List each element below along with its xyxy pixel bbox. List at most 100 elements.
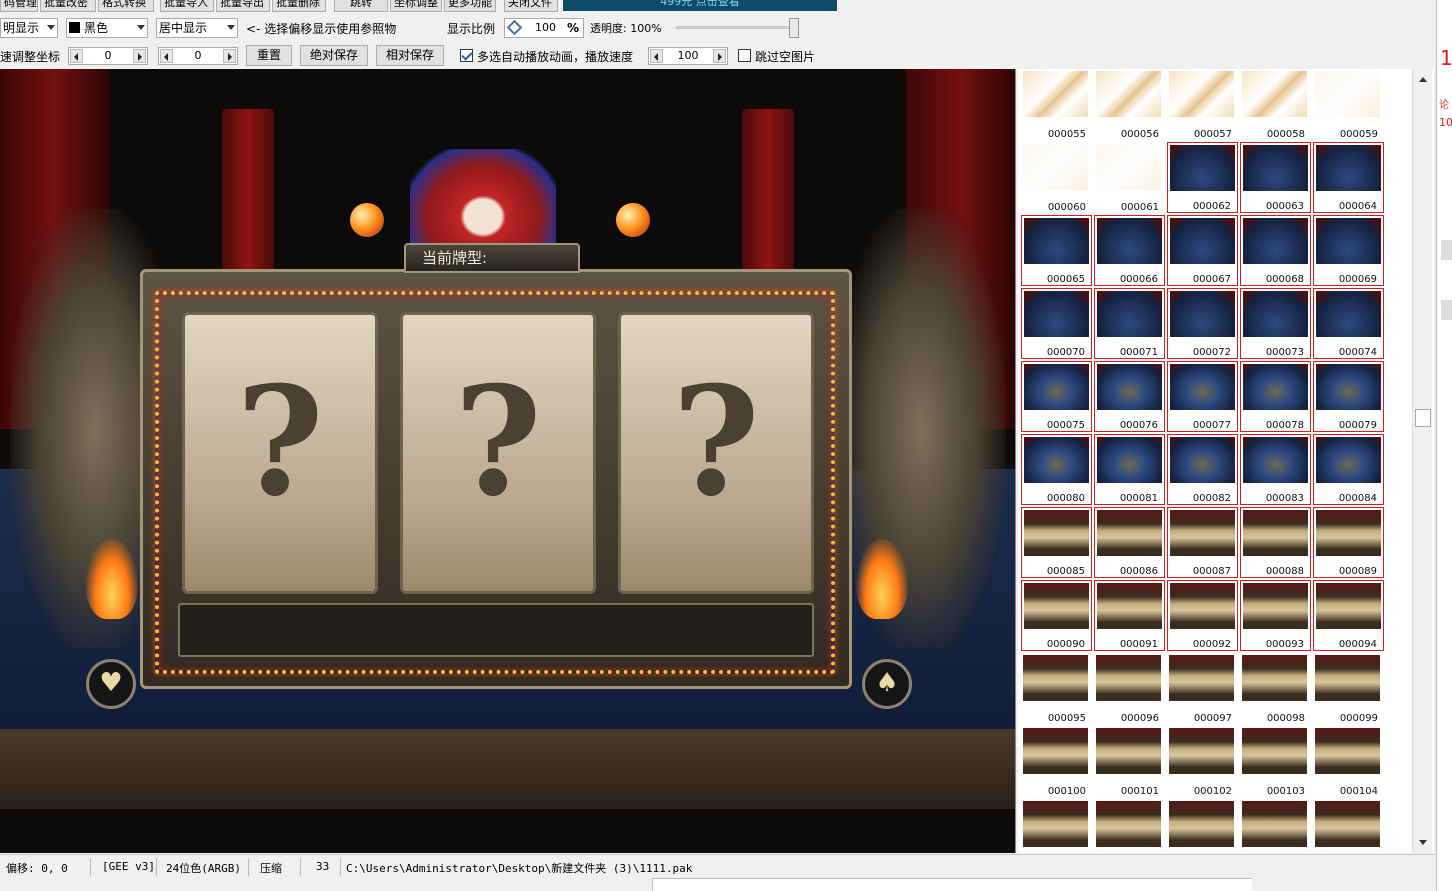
thumbnail-item[interactable]: 000079 bbox=[1313, 361, 1384, 432]
thumbnail-item[interactable]: 000103 bbox=[1240, 726, 1311, 797]
decrement-icon[interactable] bbox=[70, 49, 83, 63]
thumbnail-item[interactable]: 000078 bbox=[1240, 361, 1311, 432]
thumbnail-item[interactable]: 000090 bbox=[1021, 580, 1092, 651]
thumbnail-item[interactable]: 000102 bbox=[1167, 726, 1238, 797]
scroll-thumb[interactable] bbox=[1415, 409, 1431, 427]
thumbnail-item[interactable]: 000072 bbox=[1167, 288, 1238, 359]
thumbnail-item[interactable]: 000064 bbox=[1313, 142, 1384, 213]
display-mode-select[interactable]: 明显示 bbox=[0, 18, 58, 38]
promo-banner[interactable]: 499元 点击查看 bbox=[563, 0, 837, 11]
thumbnail-item[interactable]: 000099 bbox=[1313, 653, 1384, 724]
close-file-button[interactable]: 关闭文件 bbox=[504, 0, 558, 12]
decrement-icon[interactable] bbox=[160, 49, 173, 63]
batch-delete-button[interactable]: 批量删除 bbox=[272, 0, 326, 12]
thumbnail-item[interactable]: 000088 bbox=[1240, 507, 1311, 578]
thumbnail-label: 000096 bbox=[1120, 713, 1159, 724]
thumbnail-item[interactable]: 000071 bbox=[1094, 288, 1165, 359]
thumbnail-item[interactable] bbox=[1021, 799, 1092, 853]
thumbnail-item[interactable]: 000087 bbox=[1167, 507, 1238, 578]
thumbnail-item[interactable]: 000085 bbox=[1021, 507, 1092, 578]
increment-icon[interactable] bbox=[223, 49, 236, 63]
thumbnail-item[interactable]: 000097 bbox=[1167, 653, 1238, 724]
thumbnail-scrollbar[interactable] bbox=[1412, 69, 1432, 853]
thumbnail-item[interactable]: 000086 bbox=[1094, 507, 1165, 578]
speed-stepper[interactable]: 100 bbox=[648, 47, 728, 65]
batch-export-button[interactable]: 批量导出 bbox=[216, 0, 270, 12]
thumbnail-item[interactable]: 000098 bbox=[1240, 653, 1311, 724]
thumbnail-image bbox=[1169, 728, 1234, 774]
opacity-slider-track[interactable] bbox=[676, 26, 798, 29]
thumbnail-item[interactable]: 000082 bbox=[1167, 434, 1238, 505]
thumbnail-item[interactable]: 000066 bbox=[1094, 215, 1165, 286]
thumbnail-item[interactable]: 000096 bbox=[1094, 653, 1165, 724]
thumbnail-item[interactable]: 000063 bbox=[1240, 142, 1311, 213]
thumbnail-item[interactable] bbox=[1240, 799, 1311, 853]
reset-button[interactable]: 重置 bbox=[246, 45, 292, 66]
thumbnail-item[interactable]: 000057 bbox=[1167, 69, 1238, 140]
align-mode-select[interactable]: 居中显示 bbox=[156, 18, 238, 38]
image-preview[interactable]: 当前牌型: ? ? ? ♥ ♠ bbox=[0, 69, 1016, 853]
decrement-icon[interactable] bbox=[650, 49, 663, 63]
thumbnail-item[interactable]: 000060 bbox=[1021, 142, 1092, 213]
scroll-up-icon[interactable] bbox=[1419, 77, 1427, 82]
thumbnail-item[interactable]: 000081 bbox=[1094, 434, 1165, 505]
thumbnail-label: 000061 bbox=[1120, 202, 1159, 213]
relative-save-button[interactable]: 相对保存 bbox=[376, 45, 444, 66]
thumbnail-item[interactable]: 000074 bbox=[1313, 288, 1384, 359]
batch-import-button[interactable]: 批量导入 bbox=[160, 0, 214, 12]
opacity-slider-thumb[interactable] bbox=[789, 18, 799, 38]
autoplay-checkbox[interactable] bbox=[460, 49, 473, 62]
more-functions-button[interactable]: 更多功能 bbox=[444, 0, 496, 12]
increment-icon[interactable] bbox=[133, 49, 146, 63]
thumbnail-item[interactable]: 000091 bbox=[1094, 580, 1165, 651]
thumbnail-item[interactable]: 000076 bbox=[1094, 361, 1165, 432]
thumbnail-item[interactable]: 000068 bbox=[1240, 215, 1311, 286]
thumbnail-item[interactable]: 000061 bbox=[1094, 142, 1165, 213]
scroll-down-icon[interactable] bbox=[1419, 840, 1427, 845]
y-stepper[interactable]: 0 bbox=[158, 47, 238, 65]
thumbnail-item[interactable]: 000069 bbox=[1313, 215, 1384, 286]
absolute-save-button[interactable]: 绝对保存 bbox=[300, 45, 368, 66]
scale-input[interactable]: 100 % bbox=[504, 18, 584, 38]
thumbnail-item[interactable]: 000056 bbox=[1094, 69, 1165, 140]
x-stepper[interactable]: 0 bbox=[68, 47, 148, 65]
thumbnail-item[interactable] bbox=[1313, 799, 1384, 853]
jump-button[interactable]: 跳转 bbox=[334, 0, 388, 12]
thumbnail-item[interactable]: 000065 bbox=[1021, 215, 1092, 286]
thumbnail-image bbox=[1316, 437, 1381, 483]
thumbnail-item[interactable]: 000093 bbox=[1240, 580, 1311, 651]
thumbnail-item[interactable]: 000070 bbox=[1021, 288, 1092, 359]
thumbnail-item[interactable]: 000058 bbox=[1240, 69, 1311, 140]
batch-password-button[interactable]: 批量改密 bbox=[40, 0, 96, 12]
bg-color-select[interactable]: 黑色 bbox=[66, 18, 148, 38]
thumbnail-item[interactable]: 000089 bbox=[1313, 507, 1384, 578]
thumbnail-item[interactable]: 000095 bbox=[1021, 653, 1092, 724]
thumbnail-item[interactable]: 000083 bbox=[1240, 434, 1311, 505]
thumbnail-image bbox=[1023, 71, 1088, 117]
thumbnail-item[interactable]: 000062 bbox=[1167, 142, 1238, 213]
fire-icon bbox=[856, 539, 908, 619]
code-manage-button[interactable]: 码管理 bbox=[0, 0, 38, 12]
thumbnail-item[interactable]: 000067 bbox=[1167, 215, 1238, 286]
thumbnail-item[interactable]: 000100 bbox=[1021, 726, 1092, 797]
thumbnail-item[interactable]: 000075 bbox=[1021, 361, 1092, 432]
thumbnail-label: 000075 bbox=[1046, 420, 1085, 431]
thumbnail-item[interactable]: 000101 bbox=[1094, 726, 1165, 797]
thumbnail-item[interactable] bbox=[1094, 799, 1165, 853]
thumbnail-item[interactable]: 000059 bbox=[1313, 69, 1384, 140]
coord-adjust-button[interactable]: 坐标调整 bbox=[390, 0, 442, 12]
thumbnail-item[interactable]: 000077 bbox=[1167, 361, 1238, 432]
thumbnail-item[interactable]: 000104 bbox=[1313, 726, 1384, 797]
thumbnail-item[interactable]: 000092 bbox=[1167, 580, 1238, 651]
thumbnail-item[interactable]: 000073 bbox=[1240, 288, 1311, 359]
increment-icon[interactable] bbox=[713, 49, 726, 63]
thumbnail-item[interactable]: 000094 bbox=[1313, 580, 1384, 651]
thumbnail-image bbox=[1243, 145, 1308, 191]
format-convert-button[interactable]: 格式转换 bbox=[98, 0, 154, 12]
skip-empty-checkbox[interactable] bbox=[738, 49, 751, 62]
thumbnail-item[interactable]: 000055 bbox=[1021, 69, 1092, 140]
thumbnail-item[interactable]: 000080 bbox=[1021, 434, 1092, 505]
thumbnail-panel[interactable]: 000055 000056 000057 000058 000059 000060 0000… bbox=[1018, 69, 1434, 853]
thumbnail-item[interactable]: 000084 bbox=[1313, 434, 1384, 505]
thumbnail-item[interactable] bbox=[1167, 799, 1238, 853]
